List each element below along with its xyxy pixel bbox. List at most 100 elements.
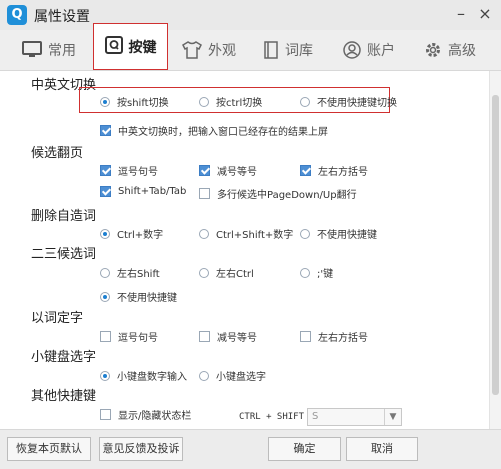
tab-common[interactable]: 常用 xyxy=(22,30,76,70)
radio-ctrl-number[interactable]: Ctrl+数字 xyxy=(100,226,163,241)
tab-bar: 常用 外观 词库 账户 高级 xyxy=(0,30,501,71)
checkbox[interactable] xyxy=(199,331,210,342)
checkbox[interactable] xyxy=(100,409,111,420)
checkbox-word-minus-equal[interactable]: 减号等号 xyxy=(199,329,257,344)
option-label: Ctrl+数字 xyxy=(117,230,164,241)
checkbox[interactable] xyxy=(100,331,111,342)
radio-numpad-select[interactable]: 小键盘选字 xyxy=(199,368,266,383)
option-label: 小键盘数字输入 xyxy=(117,372,187,383)
radio-ctrl-shift-number[interactable]: Ctrl+Shift+数字 xyxy=(199,226,293,241)
window-title: 属性设置 xyxy=(34,9,90,25)
tab-dictionary[interactable]: 词库 xyxy=(263,30,313,70)
tab-label: 常用 xyxy=(48,43,76,59)
monitor-icon xyxy=(22,41,42,59)
option-label: 按ctrl切换 xyxy=(216,98,263,109)
ok-button[interactable]: 确定 xyxy=(268,437,341,461)
radio-button[interactable] xyxy=(300,96,310,107)
radio-numpad-input[interactable]: 小键盘数字输入 xyxy=(100,368,187,383)
option-label: 减号等号 xyxy=(217,333,257,344)
option-label: 不使用快捷键 xyxy=(117,293,177,304)
minimize-button[interactable]: – xyxy=(452,5,470,23)
radio-no-hotkey-candidate[interactable]: 不使用快捷键 xyxy=(100,289,177,304)
radio-button[interactable] xyxy=(199,370,209,381)
radio-left-right-ctrl[interactable]: 左右Ctrl xyxy=(199,265,254,280)
checkbox-minus-equal[interactable]: 减号等号 xyxy=(199,163,257,178)
tab-account[interactable]: 账户 xyxy=(343,30,395,70)
option-label: ;'键 xyxy=(317,269,334,280)
app-logo-icon: Q xyxy=(7,5,27,25)
settings-content: 中英文切换 按shift切换 按ctrl切换 不使用快捷键切换 中英文切换时，把… xyxy=(0,71,489,429)
radio-no-hotkey-delete[interactable]: 不使用快捷键 xyxy=(300,226,377,241)
section-title: 候选翻页 xyxy=(31,146,84,161)
checkbox[interactable] xyxy=(199,188,210,199)
scroll-thumb[interactable] xyxy=(492,95,499,395)
cancel-button[interactable]: 取消 xyxy=(346,437,418,461)
option-label: 减号等号 xyxy=(217,167,257,178)
radio-button[interactable] xyxy=(199,228,209,239)
checkbox-toggle-statusbar[interactable]: 显示/隐藏状态栏 xyxy=(100,407,191,422)
radio-button[interactable] xyxy=(300,267,310,278)
checkbox-word-brackets[interactable]: 左右方括号 xyxy=(300,329,368,344)
radio-button[interactable] xyxy=(100,370,110,381)
close-button[interactable]: × xyxy=(476,5,494,23)
option-label: 左右Ctrl xyxy=(216,269,254,280)
radio-button[interactable] xyxy=(300,228,310,239)
restore-default-button[interactable]: 恢复本页默认 xyxy=(7,437,91,461)
option-label: 逗号句号 xyxy=(118,333,158,344)
radio-button[interactable] xyxy=(199,96,209,107)
section-title: 小键盘选字 xyxy=(31,350,97,365)
radio-button[interactable] xyxy=(100,267,110,278)
radio-shift-switch[interactable]: 按shift切换 xyxy=(100,94,169,109)
radio-ctrl-switch[interactable]: 按ctrl切换 xyxy=(199,94,262,109)
option-label: Shift+Tab/Tab xyxy=(118,186,187,197)
checkbox[interactable] xyxy=(100,125,111,136)
option-label: 不使用快捷键切换 xyxy=(317,98,397,109)
option-label: 按shift切换 xyxy=(117,98,169,109)
checkbox[interactable] xyxy=(300,165,311,176)
checkbox[interactable] xyxy=(199,165,210,176)
section-title: 删除自造词 xyxy=(31,209,97,224)
checkbox-brackets[interactable]: 左右方括号 xyxy=(300,163,368,178)
feedback-button[interactable]: 意见反馈及投诉 xyxy=(99,437,183,461)
radio-button[interactable] xyxy=(100,228,110,239)
scrollbar[interactable] xyxy=(489,71,501,429)
footer-bar: 恢复本页默认 意见反馈及投诉 确定 取消 xyxy=(0,429,501,469)
radio-button[interactable] xyxy=(100,96,110,107)
hotkey-prefix: CTRL + SHIFT + xyxy=(239,412,315,422)
checkbox-word-comma-period[interactable]: 逗号句号 xyxy=(100,329,158,344)
keyboard-q-icon xyxy=(104,35,123,58)
option-label: 多行候选中PageDown/Up翻行 xyxy=(217,190,357,201)
hotkey-value: S xyxy=(312,411,319,422)
book-icon xyxy=(263,41,279,59)
tab-keys[interactable]: 按键 xyxy=(93,23,168,70)
section-title: 以词定字 xyxy=(31,311,84,326)
gear-icon xyxy=(424,41,442,59)
hotkey-select[interactable]: S ▼ xyxy=(307,408,402,426)
tab-label: 账户 xyxy=(367,43,395,59)
checkbox-shift-tab[interactable]: Shift+Tab/Tab xyxy=(100,186,186,197)
radio-semicolon-quote[interactable]: ;'键 xyxy=(300,265,333,280)
tab-advanced[interactable]: 高级 xyxy=(424,30,476,70)
tshirt-icon xyxy=(182,41,202,59)
checkbox[interactable] xyxy=(300,331,311,342)
option-label: 逗号句号 xyxy=(118,167,158,178)
section-title: 二三候选词 xyxy=(31,247,97,262)
checkbox[interactable] xyxy=(100,186,111,197)
checkbox[interactable] xyxy=(100,165,111,176)
chevron-down-icon[interactable]: ▼ xyxy=(384,409,401,425)
radio-left-right-shift[interactable]: 左右Shift xyxy=(100,265,160,280)
radio-button[interactable] xyxy=(100,291,110,302)
checkbox-pagedown-up[interactable]: 多行候选中PageDown/Up翻行 xyxy=(199,186,357,201)
option-label: 左右方括号 xyxy=(318,167,368,178)
radio-button[interactable] xyxy=(199,267,209,278)
checkbox-comma-period[interactable]: 逗号句号 xyxy=(100,163,158,178)
user-circle-icon xyxy=(343,41,361,59)
option-label: 小键盘选字 xyxy=(216,372,266,383)
tab-label: 外观 xyxy=(208,43,236,59)
section-title: 其他快捷键 xyxy=(31,389,97,404)
tab-appearance[interactable]: 外观 xyxy=(182,30,236,70)
checkbox-commit-on-switch[interactable]: 中英文切换时，把输入窗口已经存在的结果上屏 xyxy=(100,123,328,138)
tab-label: 高级 xyxy=(448,43,476,59)
radio-no-hotkey-switch[interactable]: 不使用快捷键切换 xyxy=(300,94,397,109)
tab-label: 按键 xyxy=(128,39,157,56)
